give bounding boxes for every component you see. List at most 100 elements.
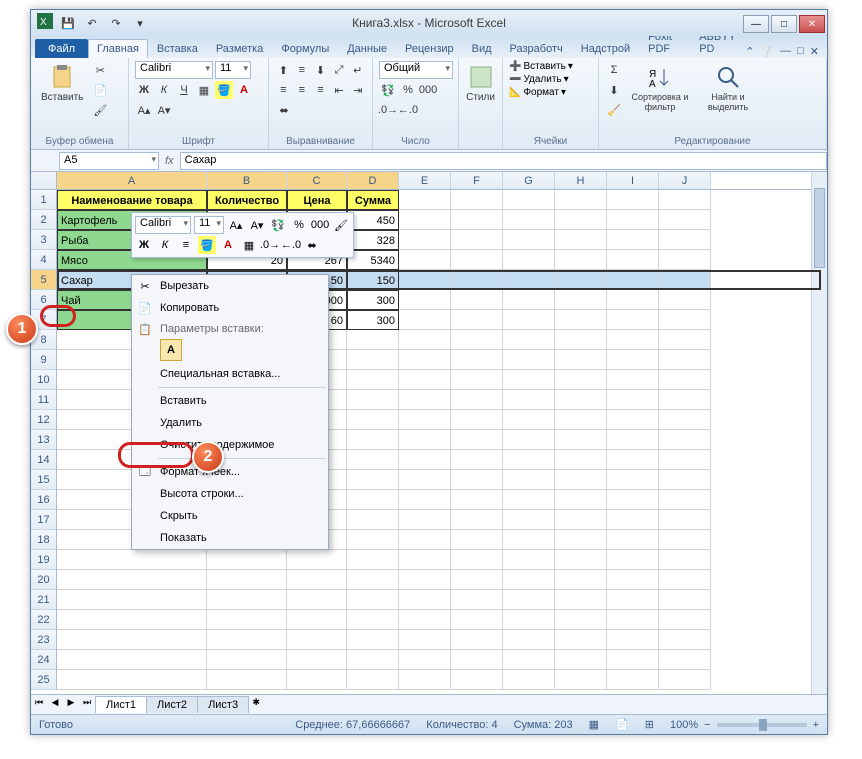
cell[interactable] [347, 370, 399, 390]
cell[interactable] [347, 490, 399, 510]
cell[interactable] [607, 330, 659, 350]
cell[interactable] [503, 470, 555, 490]
cell[interactable]: 300 [347, 310, 399, 330]
cell[interactable] [659, 270, 711, 290]
cell[interactable] [347, 590, 399, 610]
indent-dec-icon[interactable]: ⇤ [331, 81, 348, 99]
cell[interactable] [503, 310, 555, 330]
comma-icon[interactable]: 000 [419, 81, 437, 99]
cell[interactable] [399, 430, 451, 450]
doc-close-icon[interactable]: ✕ [810, 45, 819, 58]
cell[interactable] [659, 290, 711, 310]
cell[interactable]: 450 [347, 210, 399, 230]
cell[interactable] [399, 270, 451, 290]
cell[interactable] [347, 430, 399, 450]
cell[interactable]: Количество [207, 190, 287, 210]
cell[interactable] [347, 550, 399, 570]
mt-border-icon[interactable]: ▦ [240, 236, 258, 254]
inc-decimal-icon[interactable]: .0→ [379, 101, 397, 119]
font-color-button[interactable]: A [235, 81, 253, 99]
cell[interactable] [607, 370, 659, 390]
cell[interactable] [399, 410, 451, 430]
cell[interactable] [347, 510, 399, 530]
cell[interactable] [347, 390, 399, 410]
mt-incdec-icon[interactable]: .0→ [261, 236, 279, 254]
cell[interactable] [207, 570, 287, 590]
cell[interactable] [503, 410, 555, 430]
cell[interactable] [555, 630, 607, 650]
qat-redo-icon[interactable]: ↷ [107, 14, 125, 32]
percent-icon[interactable]: % [399, 81, 417, 99]
tab-view[interactable]: Вид [463, 39, 501, 58]
clear-icon[interactable]: 🧹 [605, 101, 623, 119]
ctx-insert[interactable]: Вставить [132, 390, 328, 412]
cell[interactable] [555, 310, 607, 330]
cell[interactable] [503, 510, 555, 530]
cell[interactable] [399, 290, 451, 310]
sheet-nav-prev-icon[interactable]: ◀ [47, 697, 63, 713]
cell[interactable] [57, 550, 207, 570]
cell[interactable] [399, 310, 451, 330]
cell[interactable] [399, 530, 451, 550]
cell[interactable] [607, 530, 659, 550]
row-header-3[interactable]: 3 [31, 230, 57, 250]
sheet-nav-last-icon[interactable]: ⏭ [79, 697, 95, 713]
mt-fill-icon[interactable]: 🪣 [198, 236, 216, 254]
cell[interactable] [399, 630, 451, 650]
col-header-H[interactable]: H [555, 172, 607, 189]
cell[interactable] [607, 610, 659, 630]
worksheet-grid[interactable]: ABCDEFGHIJ 1Наименование товараКоличеств… [31, 172, 827, 708]
autosum-icon[interactable]: Σ [605, 61, 623, 79]
doc-restore-icon[interactable]: □ [797, 45, 804, 58]
dec-decimal-icon[interactable]: ←.0 [399, 101, 417, 119]
cell[interactable] [659, 430, 711, 450]
col-header-B[interactable]: B [207, 172, 287, 189]
cell[interactable] [503, 570, 555, 590]
row-header-6[interactable]: 6 [31, 290, 57, 310]
cell[interactable] [607, 190, 659, 210]
cell[interactable] [451, 290, 503, 310]
ctx-hide[interactable]: Скрыть [132, 505, 328, 527]
cell[interactable] [607, 650, 659, 670]
align-middle-icon[interactable]: ≡ [294, 61, 311, 79]
fx-icon[interactable]: fx [165, 155, 174, 167]
cell[interactable] [607, 550, 659, 570]
col-header-D[interactable]: D [347, 172, 399, 189]
select-all-corner[interactable] [31, 172, 57, 190]
cell[interactable] [451, 250, 503, 270]
cell[interactable] [287, 670, 347, 690]
cell[interactable] [57, 590, 207, 610]
cell[interactable] [607, 310, 659, 330]
cell[interactable] [287, 590, 347, 610]
cell[interactable] [399, 670, 451, 690]
mt-align-icon[interactable]: ≡ [177, 236, 195, 254]
cell[interactable] [659, 510, 711, 530]
cell[interactable] [451, 670, 503, 690]
cell[interactable] [503, 350, 555, 370]
sheet-tab-2[interactable]: Лист2 [146, 696, 198, 713]
cell[interactable] [555, 230, 607, 250]
col-header-I[interactable]: I [607, 172, 659, 189]
align-left-icon[interactable]: ≡ [275, 81, 292, 99]
tab-file[interactable]: Файл [35, 39, 88, 58]
cell[interactable] [659, 630, 711, 650]
cell[interactable] [659, 570, 711, 590]
row-header-9[interactable]: 9 [31, 350, 57, 370]
cell[interactable] [659, 490, 711, 510]
cell[interactable] [607, 290, 659, 310]
cell[interactable] [57, 670, 207, 690]
cell[interactable] [503, 330, 555, 350]
grow-font-icon[interactable]: A▴ [135, 101, 153, 119]
cell[interactable] [555, 350, 607, 370]
styles-button[interactable]: Стили [465, 61, 496, 105]
cell[interactable] [207, 610, 287, 630]
tab-insert[interactable]: Вставка [148, 39, 207, 58]
view-layout-icon[interactable]: 📄 [615, 718, 629, 731]
cell[interactable] [659, 610, 711, 630]
cell[interactable] [607, 250, 659, 270]
cell[interactable] [503, 450, 555, 470]
cell[interactable] [399, 390, 451, 410]
cell[interactable]: 328 [347, 230, 399, 250]
cell[interactable] [287, 570, 347, 590]
cell[interactable] [451, 630, 503, 650]
